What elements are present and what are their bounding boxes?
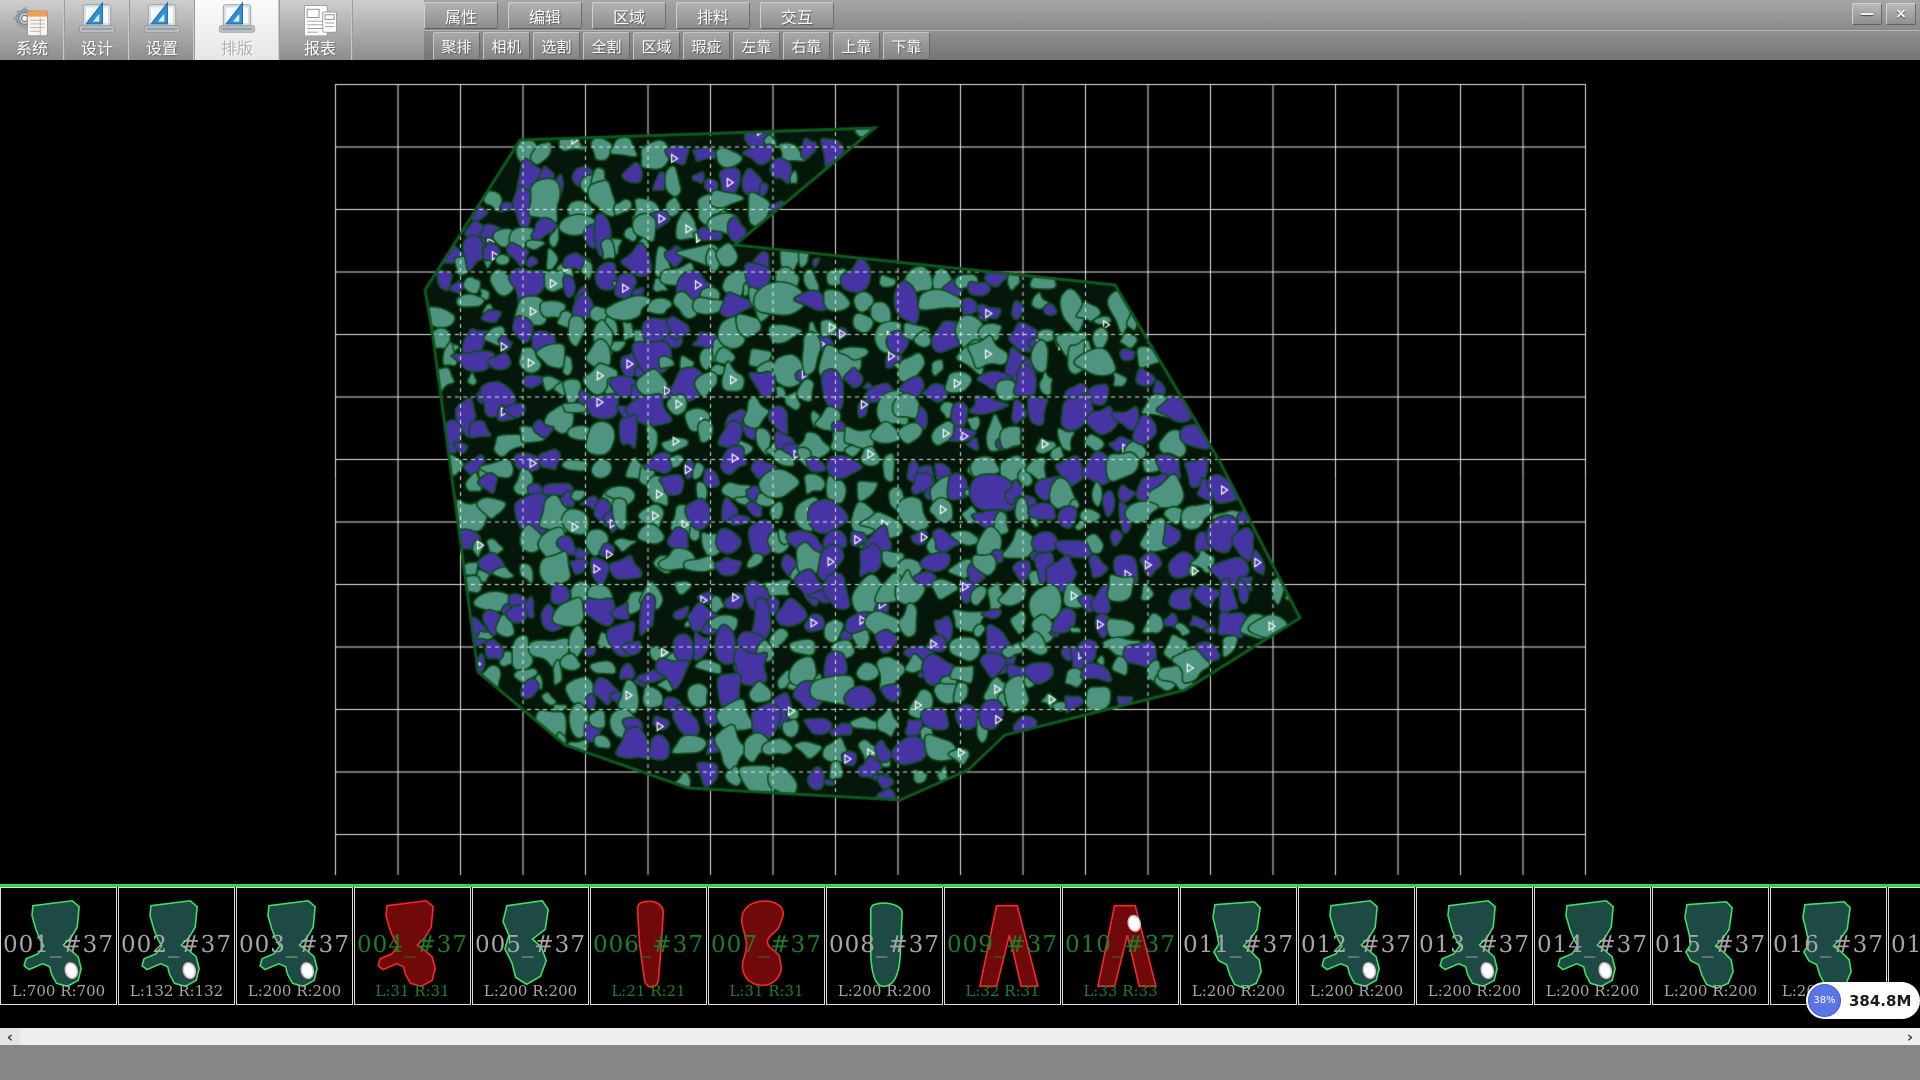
app-tab-label: 设置: [146, 41, 178, 57]
part-thumbnail-11[interactable]: 011_#37 L:200 R:200: [1180, 887, 1297, 1005]
menu-item-4[interactable]: 排料: [676, 2, 750, 29]
design-icon: [75, 1, 119, 41]
tool-button-2[interactable]: 相机: [483, 32, 530, 60]
part-thumbnail-3[interactable]: 003_#37 L:200 R:200: [236, 887, 353, 1005]
part-thumbnail-7[interactable]: 007_#37 L:31 R:31: [708, 887, 825, 1005]
tool-button-5[interactable]: 区域: [633, 32, 680, 60]
app-tab-label: 报表: [304, 41, 336, 57]
progress-value: 384.8M: [1849, 992, 1911, 1010]
part-id: 016_#37: [1771, 932, 1886, 958]
tool-button-9[interactable]: 上靠: [833, 32, 880, 60]
part-lr-count: L:200 R:200: [827, 982, 942, 1000]
part-id: 013_#37: [1417, 932, 1532, 958]
part-lr-count: L:200 R:200: [1535, 982, 1650, 1000]
nesting-icon: [215, 1, 259, 41]
menu-item-2[interactable]: 编辑: [508, 2, 582, 29]
part-id: 011_#37: [1181, 932, 1296, 958]
app-tab-1[interactable]: 系统: [0, 0, 65, 60]
scroll-right-icon[interactable]: ›: [1900, 1028, 1920, 1045]
tool-button-10[interactable]: 下靠: [883, 32, 930, 60]
parts-thumbnail-strip: 001_#37 L:700 R:700 002_#37 L:132 R:132 00…: [0, 884, 1920, 1011]
part-lr-count: L:132 R:132: [119, 982, 234, 1000]
menu-strip: 属性编辑区域排料交互: [424, 2, 834, 29]
close-button[interactable]: ×: [1886, 3, 1916, 25]
part-id: 001_#37: [1, 932, 116, 958]
settings-icon: [140, 1, 184, 41]
part-thumbnail-4[interactable]: 004_#37 L:31 R:31: [354, 887, 471, 1005]
part-thumbnail-5[interactable]: 005_#37 L:200 R:200: [472, 887, 589, 1005]
menu-item-1[interactable]: 属性: [424, 2, 498, 29]
app-tab-label: 排版: [221, 41, 253, 57]
progress-pill: 38% 384.8M: [1806, 982, 1920, 1019]
nesting-canvas[interactable]: [0, 60, 1920, 884]
app-tab-2[interactable]: 设计: [65, 0, 130, 60]
minimize-button[interactable]: —: [1852, 3, 1882, 25]
part-lr-count: L:31 R:31: [709, 982, 824, 1000]
part-id: 014_#37: [1535, 932, 1650, 958]
part-id: 006_#37: [591, 932, 706, 958]
window-controls: — ×: [1852, 3, 1916, 25]
tool-button-8[interactable]: 右靠: [783, 32, 830, 60]
part-thumbnail-14[interactable]: 014_#37 L:200 R:200: [1534, 887, 1651, 1005]
tool-strip: 聚排相机选割全割区域瑕疵左靠右靠上靠下靠: [433, 32, 930, 60]
progress-percent-badge: 38%: [1808, 984, 1841, 1017]
part-id: 010_#37: [1063, 932, 1178, 958]
part-lr-count: L:21 R:21: [591, 982, 706, 1000]
part-id: 015_#37: [1653, 932, 1768, 958]
part-lr-count: L:200 R:200: [237, 982, 352, 1000]
part-lr-count: L:200 R:200: [1181, 982, 1296, 1000]
part-lr-count: L:31 R:31: [355, 982, 470, 1000]
part-lr-count: L:200 R:200: [1417, 982, 1532, 1000]
part-id: 002_#37: [119, 932, 234, 958]
part-lr-count: L:200 R:200: [1653, 982, 1768, 1000]
part-id: 008_#37: [827, 932, 942, 958]
menu-item-5[interactable]: 交互: [760, 2, 834, 29]
part-thumbnail-9[interactable]: 009_#37 L:32 R:31: [944, 887, 1061, 1005]
tool-button-6[interactable]: 瑕疵: [683, 32, 730, 60]
app-tab-5[interactable]: 报表: [288, 0, 353, 60]
part-id: 009_#37: [945, 932, 1060, 958]
app-tab-3[interactable]: 设置: [130, 0, 195, 60]
horizontal-scrollbar[interactable]: ‹ ›: [0, 1028, 1920, 1045]
part-id: 017_#37: [1889, 932, 1920, 958]
part-thumbnail-6[interactable]: 006_#37 L:21 R:21: [590, 887, 707, 1005]
header: 属性编辑区域排料交互 — × 聚排相机选割全割区域瑕疵左靠右靠上靠下靠 系统 设…: [0, 0, 1920, 60]
part-lr-count: L:33 R:33: [1063, 982, 1178, 1000]
tool-button-3[interactable]: 选割: [533, 32, 580, 60]
strip-gap: [0, 1008, 1920, 1028]
part-thumbnail-12[interactable]: 012_#37 L:200 R:200: [1298, 887, 1415, 1005]
app-tab-label: 系统: [16, 41, 48, 57]
scroll-left-icon[interactable]: ‹: [0, 1028, 20, 1045]
part-thumbnail-10[interactable]: 010_#37 L:33 R:33: [1062, 887, 1179, 1005]
part-id: 012_#37: [1299, 932, 1414, 958]
part-thumbnail-1[interactable]: 001_#37 L:700 R:700: [0, 887, 117, 1005]
part-lr-count: L:700 R:700: [1, 982, 116, 1000]
part-lr-count: L:200 R:200: [473, 982, 588, 1000]
tool-button-7[interactable]: 左靠: [733, 32, 780, 60]
part-lr-count: L:32 R:31: [945, 982, 1060, 1000]
part-thumbnail-13[interactable]: 013_#37 L:200 R:200: [1416, 887, 1533, 1005]
app-tab-strip: 系统 设计 设置 排版 报表: [0, 0, 424, 60]
part-id: 004_#37: [355, 932, 470, 958]
part-lr-count: L:200 R:200: [1299, 982, 1414, 1000]
part-id: 003_#37: [237, 932, 352, 958]
report-icon: [298, 1, 342, 41]
tool-button-1[interactable]: 聚排: [433, 32, 480, 60]
app-tab-label: 设计: [81, 41, 113, 57]
part-thumbnail-8[interactable]: 008_#37 L:200 R:200: [826, 887, 943, 1005]
menu-item-3[interactable]: 区域: [592, 2, 666, 29]
part-thumbnail-2[interactable]: 002_#37 L:132 R:132: [118, 887, 235, 1005]
system-icon: [10, 1, 54, 41]
app-tab-4[interactable]: 排版: [195, 0, 280, 60]
part-thumbnail-15[interactable]: 015_#37 L:200 R:200: [1652, 887, 1769, 1005]
part-id: 005_#37: [473, 932, 588, 958]
tool-button-4[interactable]: 全割: [583, 32, 630, 60]
part-id: 007_#37: [709, 932, 824, 958]
status-bar: [0, 1045, 1920, 1080]
